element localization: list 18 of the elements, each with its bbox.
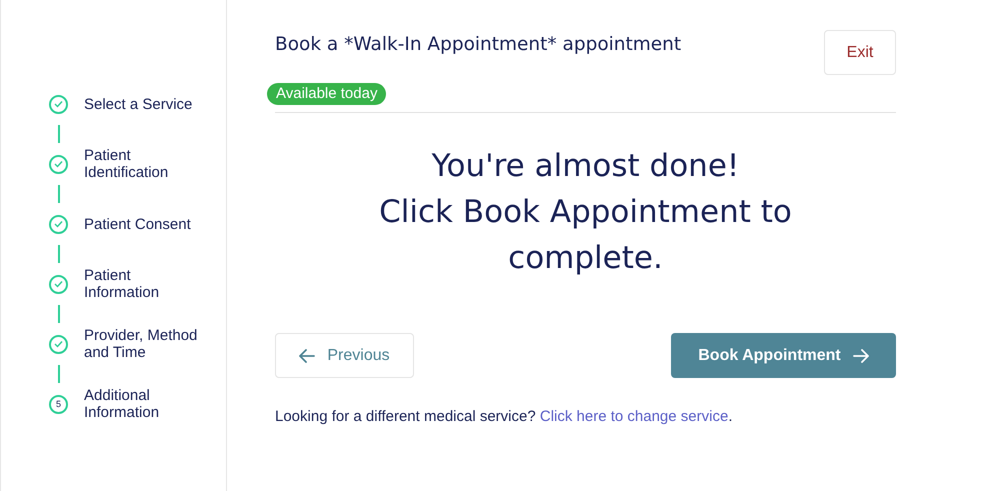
change-service-link[interactable]: Click here to change service [540,408,728,425]
page-title: Book a *Walk-In Appointment* appointment [275,34,682,55]
change-service-text: Looking for a different medical service? Click here to change service. [275,408,734,425]
step-label: Additional Information [84,387,160,421]
completion-message: You're almost done! [432,147,740,186]
left-arrow-icon [299,348,316,362]
availability-badge: Available today [267,83,386,105]
completion-message: Click Book Appointment to complete. [378,193,793,278]
exit-button[interactable]: Exit [824,30,896,75]
step-label: Provider, Method and Time [84,327,198,361]
step-label: Select a Service [84,96,194,112]
step-label: Patient Identification [84,147,170,181]
step-number: 5 [49,394,68,414]
book-appointment-button[interactable]: Book Appointment [671,333,896,378]
right-arrow-icon [852,348,869,362]
step-label: Patient Consent [84,216,192,232]
previous-button[interactable]: Previous [275,333,414,378]
step-label: Patient Information [84,267,160,301]
